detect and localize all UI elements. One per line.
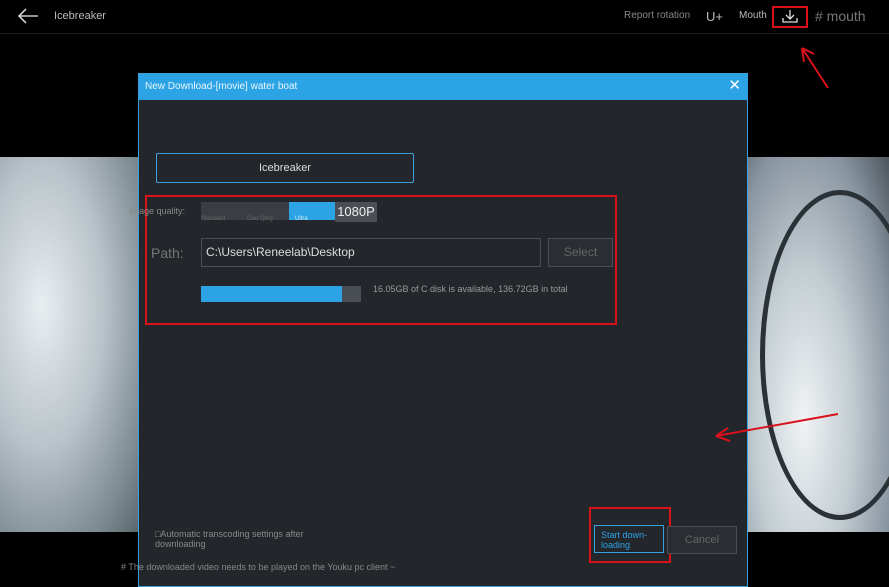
disk-space-text: 16.05GB of C disk is available, 136.72GB…	[373, 284, 568, 294]
close-icon[interactable]: ✕	[728, 78, 741, 94]
new-download-dialog: New Download-[movie] water boat ✕ Icebre…	[129, 73, 748, 587]
dialog-title-bar: New Download-[movie] water boat ✕	[139, 74, 747, 100]
path-input[interactable]: C:\Users\Reneelab\Desktop	[201, 238, 541, 267]
disk-usage-fill	[201, 286, 342, 302]
disk-usage-bar	[201, 286, 361, 302]
dialog-title: New Download-[movie] water boat	[145, 81, 298, 92]
path-label: Path:	[151, 245, 184, 261]
image-quality-label: Image quality:	[129, 206, 186, 216]
video-name-box: Icebreaker	[156, 153, 414, 183]
annotation-arrow-icon	[801, 47, 829, 89]
start-downloading-button[interactable]: Start down-loading	[594, 525, 664, 553]
hash-mouth-label[interactable]: # mouth	[815, 8, 866, 24]
report-rotation-button[interactable]: Report rotation	[624, 10, 690, 21]
footnote-text: # The downloaded video needs to be playe…	[121, 562, 396, 572]
download-button[interactable]	[772, 6, 808, 28]
quality-sub-label-standard: Standard	[201, 216, 226, 222]
top-bar: Icebreaker Report rotation U+ Mouth # mo…	[0, 0, 889, 34]
select-path-button[interactable]: Select	[548, 238, 613, 267]
annotation-arrow-icon	[715, 413, 839, 442]
auto-transcoding-checkbox[interactable]: □Automatic transcoding settings after do…	[155, 529, 355, 549]
download-icon	[782, 10, 798, 23]
u-plus-button[interactable]: U+	[706, 9, 723, 24]
back-arrow-icon[interactable]	[16, 6, 40, 26]
video-title: Icebreaker	[54, 10, 106, 22]
quality-sub-label-ultra: Ultra	[295, 216, 308, 222]
mouth-button[interactable]: Mouth	[739, 10, 767, 21]
cancel-button[interactable]: Cancel	[667, 526, 737, 554]
quality-option-1080p[interactable]: 1080P	[335, 202, 377, 222]
quality-sub-label-gaoqing: Gao Qing	[247, 216, 273, 222]
